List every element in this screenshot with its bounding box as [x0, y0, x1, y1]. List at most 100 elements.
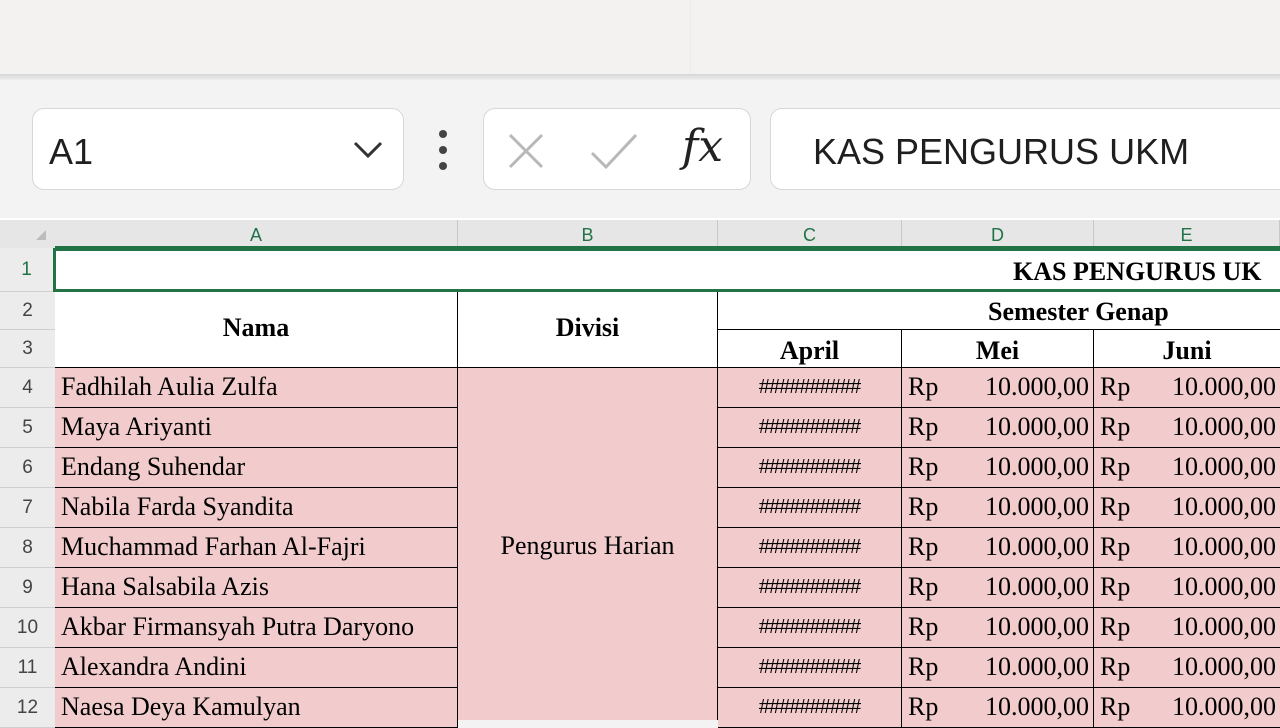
- mei-amount-cell[interactable]: Rp 10.000,00: [902, 488, 1094, 528]
- amount-value: 10.000,00: [1172, 372, 1276, 401]
- juni-amount-cell[interactable]: Rp 10.000,00: [1094, 688, 1280, 728]
- row-header-1[interactable]: 1: [0, 248, 55, 292]
- member-name-cell[interactable]: Endang Suhendar: [55, 448, 458, 488]
- member-name-cell[interactable]: Naesa Deya Kamulyan: [55, 688, 458, 728]
- april-overflow-cell[interactable]: ##########: [718, 688, 902, 728]
- row-header-6[interactable]: 6: [0, 448, 55, 488]
- amount-value: 10.000,00: [1172, 492, 1276, 521]
- header-semester[interactable]: Semester Genap: [718, 292, 1280, 330]
- amount-value: 10.000,00: [985, 452, 1089, 481]
- april-overflow-cell[interactable]: ##########: [718, 408, 902, 448]
- row-header-2[interactable]: 2: [0, 292, 55, 330]
- header-semester-text: Semester Genap: [988, 297, 1169, 326]
- name-box-value: A1: [49, 131, 94, 172]
- column-header-a[interactable]: A: [55, 220, 458, 248]
- juni-amount-cell[interactable]: Rp 10.000,00: [1094, 608, 1280, 648]
- row-header-7[interactable]: 7: [0, 488, 55, 528]
- member-name-cell[interactable]: Fadhilah Aulia Zulfa: [55, 368, 458, 408]
- currency-symbol: Rp: [1100, 492, 1131, 521]
- column-header-e[interactable]: E: [1094, 220, 1280, 248]
- member-name-cell[interactable]: Maya Ariyanti: [55, 408, 458, 448]
- mei-amount-cell[interactable]: Rp 10.000,00: [902, 408, 1094, 448]
- chevron-down-icon[interactable]: [351, 135, 385, 165]
- currency-symbol: Rp: [908, 612, 939, 641]
- juni-amount-cell[interactable]: Rp 10.000,00: [1094, 368, 1280, 408]
- currency-symbol: Rp: [908, 692, 939, 721]
- currency-symbol: Rp: [1100, 532, 1131, 561]
- more-options-icon[interactable]: [432, 128, 454, 172]
- formula-input-value: KAS PENGURUS UKM: [813, 131, 1190, 172]
- april-overflow-cell[interactable]: ##########: [718, 448, 902, 488]
- amount-value: 10.000,00: [985, 612, 1089, 641]
- juni-amount-cell[interactable]: Rp 10.000,00: [1094, 648, 1280, 688]
- amount-value: 10.000,00: [1172, 652, 1276, 681]
- row-header-12[interactable]: 12: [0, 688, 55, 728]
- member-name-cell[interactable]: Hana Salsabila Azis: [55, 568, 458, 608]
- mei-amount-cell[interactable]: Rp 10.000,00: [902, 448, 1094, 488]
- mei-amount-cell[interactable]: Rp 10.000,00: [902, 688, 1094, 728]
- name-box[interactable]: A1: [32, 108, 404, 190]
- mei-amount-cell[interactable]: Rp 10.000,00: [902, 568, 1094, 608]
- amount-value: 10.000,00: [985, 572, 1089, 601]
- column-header-c[interactable]: C: [718, 220, 902, 248]
- juni-amount-cell[interactable]: Rp 10.000,00: [1094, 528, 1280, 568]
- april-overflow-cell[interactable]: ##########: [718, 528, 902, 568]
- enter-check-icon[interactable]: [588, 129, 640, 173]
- april-overflow-cell[interactable]: ##########: [718, 648, 902, 688]
- ribbon-area: [0, 0, 1280, 74]
- member-name-cell[interactable]: Akbar Firmansyah Putra Daryono: [55, 608, 458, 648]
- april-overflow-cell[interactable]: ##########: [718, 568, 902, 608]
- currency-symbol: Rp: [1100, 452, 1131, 481]
- header-month-april[interactable]: April: [718, 330, 902, 368]
- amount-value: 10.000,00: [1172, 572, 1276, 601]
- amount-value: 10.000,00: [985, 692, 1089, 721]
- select-all-corner[interactable]: [0, 220, 55, 248]
- cancel-icon[interactable]: [504, 129, 548, 173]
- currency-symbol: Rp: [1100, 572, 1131, 601]
- ribbon-separator: [690, 0, 691, 74]
- row-header-10[interactable]: 10: [0, 608, 55, 648]
- mei-amount-cell[interactable]: Rp 10.000,00: [902, 648, 1094, 688]
- member-name-cell[interactable]: Nabila Farda Syandita: [55, 488, 458, 528]
- amount-value: 10.000,00: [1172, 692, 1276, 721]
- amount-value: 10.000,00: [985, 492, 1089, 521]
- mei-amount-cell[interactable]: Rp 10.000,00: [902, 368, 1094, 408]
- amount-value: 10.000,00: [1172, 612, 1276, 641]
- amount-value: 10.000,00: [985, 372, 1089, 401]
- member-name-cell[interactable]: Alexandra Andini: [55, 648, 458, 688]
- row-header-5[interactable]: 5: [0, 408, 55, 448]
- currency-symbol: Rp: [908, 652, 939, 681]
- formula-input[interactable]: KAS PENGURUS UKM: [770, 108, 1280, 190]
- currency-symbol: Rp: [908, 492, 939, 521]
- divisi-merged-cell[interactable]: Pengurus Harian: [458, 368, 718, 720]
- april-overflow-cell[interactable]: ##########: [718, 608, 902, 648]
- header-divisi[interactable]: Divisi: [458, 292, 718, 368]
- column-header-b[interactable]: B: [458, 220, 718, 248]
- active-cell-border: [53, 248, 1280, 292]
- currency-symbol: Rp: [1100, 372, 1131, 401]
- row-header-4[interactable]: 4: [0, 368, 55, 408]
- mei-amount-cell[interactable]: Rp 10.000,00: [902, 608, 1094, 648]
- row-header-8[interactable]: 8: [0, 528, 55, 568]
- row-header-3[interactable]: 3: [0, 330, 55, 368]
- header-month-juni[interactable]: Juni: [1094, 330, 1280, 368]
- juni-amount-cell[interactable]: Rp 10.000,00: [1094, 568, 1280, 608]
- header-nama[interactable]: Nama: [55, 292, 458, 368]
- member-name-cell[interactable]: Muchammad Farhan Al-Fajri: [55, 528, 458, 568]
- row-header-11[interactable]: 11: [0, 648, 55, 688]
- mei-amount-cell[interactable]: Rp 10.000,00: [902, 528, 1094, 568]
- amount-value: 10.000,00: [985, 412, 1089, 441]
- amount-value: 10.000,00: [985, 652, 1089, 681]
- header-month-mei[interactable]: Mei: [902, 330, 1094, 368]
- row-header-9[interactable]: 9: [0, 568, 55, 608]
- april-overflow-cell[interactable]: ##########: [718, 368, 902, 408]
- amount-value: 10.000,00: [985, 532, 1089, 561]
- juni-amount-cell[interactable]: Rp 10.000,00: [1094, 448, 1280, 488]
- juni-amount-cell[interactable]: Rp 10.000,00: [1094, 408, 1280, 448]
- insert-function-icon[interactable]: fx: [682, 121, 723, 172]
- column-header-d[interactable]: D: [902, 220, 1094, 248]
- juni-amount-cell[interactable]: Rp 10.000,00: [1094, 488, 1280, 528]
- april-overflow-cell[interactable]: ##########: [718, 488, 902, 528]
- currency-symbol: Rp: [1100, 612, 1131, 641]
- select-all-icon: [36, 230, 46, 240]
